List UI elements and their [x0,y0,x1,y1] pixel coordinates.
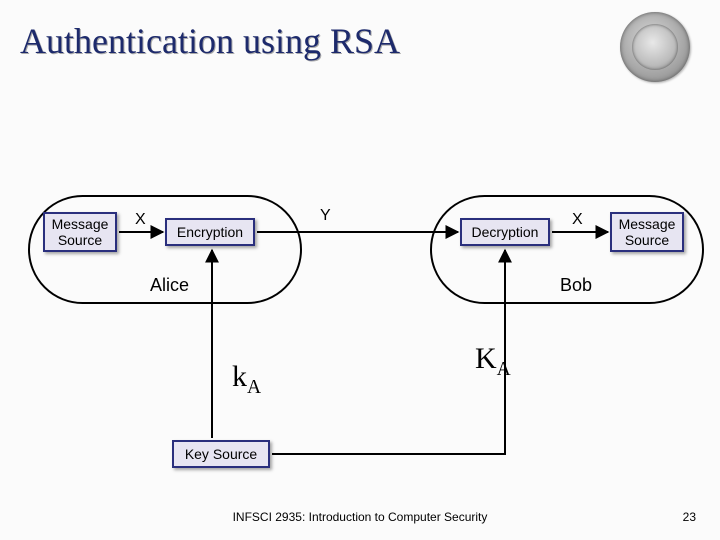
private-key-base: k [232,360,247,393]
footer-course: INFSCI 2935: Introduction to Computer Se… [0,510,720,524]
message-source-right-label: MessageSource [619,216,676,248]
y-label: Y [320,207,331,225]
bob-label: Bob [560,275,592,296]
public-key-label: KA [475,342,511,381]
decryption-box: Decryption [460,218,550,246]
message-source-left: MessageSource [43,212,117,252]
page-number: 23 [683,510,696,524]
private-key-sub: A [247,377,261,398]
encryption-label: Encryption [177,224,243,240]
slide-title: Authentication using RSA [20,20,400,62]
slide: Authentication using RSA MessageSource E… [0,0,720,540]
key-source-box: Key Source [172,440,270,468]
decryption-label: Decryption [472,224,539,240]
x-left-label: X [135,211,146,229]
encryption-box: Encryption [165,218,255,246]
x-right-label: X [572,211,583,229]
key-source-label: Key Source [185,446,257,462]
alice-label: Alice [150,275,189,296]
message-source-left-label: MessageSource [52,216,109,248]
private-key-label: kA [232,360,261,399]
public-key-base: K [475,342,497,375]
public-key-sub: A [497,359,511,380]
message-source-right: MessageSource [610,212,684,252]
seal-icon [620,12,690,82]
